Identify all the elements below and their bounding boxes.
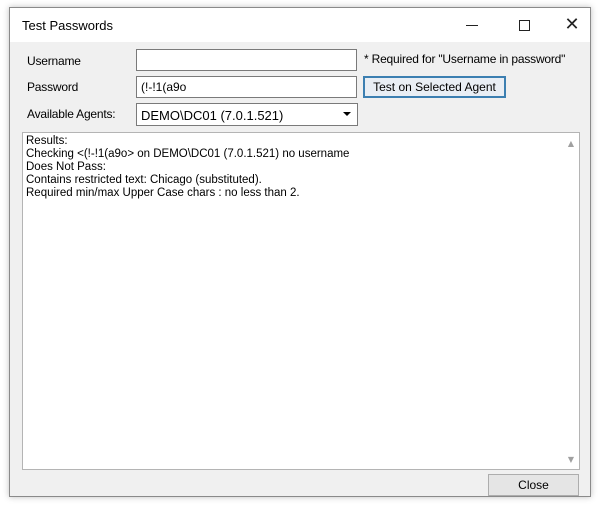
minimize-button[interactable]: [450, 8, 494, 42]
maximize-button[interactable]: [502, 8, 546, 42]
agents-selected-value: DEMO\DC01 (7.0.1.521): [141, 108, 284, 123]
close-button[interactable]: Close: [488, 474, 579, 496]
results-line: Required min/max Upper Case chars : no l…: [26, 187, 300, 199]
username-required-note: * Required for "Username in password": [364, 52, 566, 66]
close-icon: ✕: [564, 14, 580, 35]
password-label: Password: [27, 80, 79, 94]
results-line: Checking <(!-!1(a9o> on DEMO\DC01 (7.0.1…: [26, 148, 350, 160]
agents-dropdown[interactable]: DEMO\DC01 (7.0.1.521): [136, 103, 358, 126]
close-button-label: Close: [518, 478, 549, 492]
test-on-selected-agent-button[interactable]: Test on Selected Agent: [363, 76, 506, 98]
title-bar[interactable]: Test Passwords ✕: [10, 8, 590, 42]
scroll-down-icon[interactable]: ▼: [566, 455, 576, 465]
username-label: Username: [27, 54, 81, 68]
results-textarea[interactable]: Results: Checking <(!-!1(a9o> on DEMO\DC…: [22, 132, 580, 470]
results-line: Results:: [26, 135, 68, 147]
results-line: Does Not Pass:: [26, 161, 106, 173]
maximize-icon: [518, 19, 530, 31]
password-input[interactable]: [136, 76, 357, 98]
test-button-label: Test on Selected Agent: [373, 80, 496, 94]
window-title: Test Passwords: [22, 18, 114, 33]
close-window-button[interactable]: ✕: [550, 8, 594, 42]
scroll-up-icon[interactable]: ▲: [566, 139, 576, 149]
minimize-icon: [466, 24, 478, 26]
available-agents-label: Available Agents:: [27, 107, 116, 121]
test-passwords-dialog: Test Passwords ✕ Username * Required for…: [9, 7, 591, 497]
chevron-down-icon: [343, 112, 351, 116]
username-input[interactable]: [136, 49, 357, 71]
results-line: Contains restricted text: Chicago (subst…: [26, 174, 262, 186]
